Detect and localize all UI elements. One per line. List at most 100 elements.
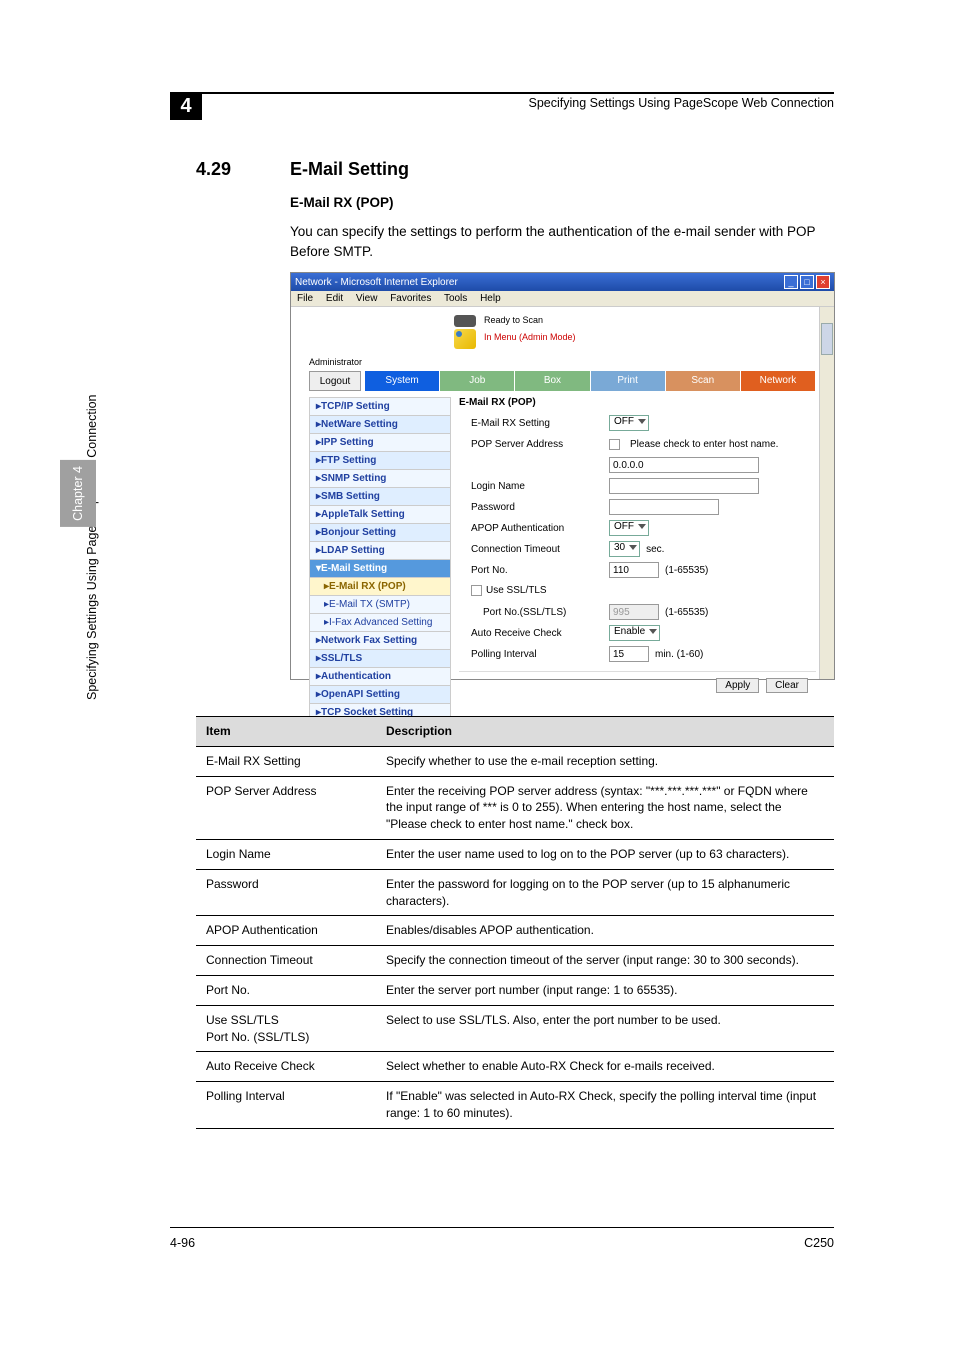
rx-setting-select[interactable]: OFF — [609, 415, 649, 431]
body-paragraph: You can specify the settings to perform … — [290, 222, 834, 263]
ie-window: Network - Microsoft Internet Explorer _ … — [290, 272, 835, 680]
tab-job[interactable]: Job — [440, 371, 515, 391]
printer-status-icon — [454, 315, 476, 327]
sidebar-item-ftp[interactable]: ▸FTP Setting — [309, 451, 451, 470]
menu-tools[interactable]: Tools — [444, 293, 467, 304]
sslport-input — [609, 604, 659, 620]
sidebar-item-openapi[interactable]: ▸OpenAPI Setting — [309, 685, 451, 704]
apop-select[interactable]: OFF — [609, 520, 649, 536]
footer-rule — [170, 1227, 834, 1228]
item-cell: Password — [196, 869, 376, 916]
sidebar-item-ipp[interactable]: ▸IPP Setting — [309, 433, 451, 452]
item-cell: Login Name — [196, 839, 376, 869]
apop-label: APOP Authentication — [459, 523, 609, 534]
pop-address-input[interactable] — [609, 457, 759, 473]
page-number: 4-96 — [170, 1236, 195, 1250]
side-running-text: Specifying Settings Using PageScope Web … — [85, 394, 99, 700]
section-title: E-Mail Setting — [290, 159, 409, 180]
item-cell: Port No. — [196, 975, 376, 1005]
subsection-title: E-Mail RX (POP) — [290, 195, 394, 210]
chapter-number-box: 4 — [170, 92, 202, 120]
ssl-label: Use SSL/TLS — [459, 585, 609, 596]
menu-file[interactable]: File — [297, 293, 313, 304]
ie-menu-bar: File Edit View Favorites Tools Help — [291, 291, 834, 307]
item-cell: POP Server Address — [196, 776, 376, 839]
clear-button[interactable]: Clear — [766, 678, 808, 693]
hostname-checkbox[interactable] — [609, 439, 620, 450]
menu-favorites[interactable]: Favorites — [390, 293, 431, 304]
item-cell: Connection Timeout — [196, 946, 376, 976]
table-row: Connection TimeoutSpecify the connection… — [196, 946, 834, 976]
printer-status-text: Ready to Scan — [484, 315, 543, 325]
km-logo-icon — [454, 329, 476, 349]
sidebar-item-auth[interactable]: ▸Authentication — [309, 667, 451, 686]
table-row: Port No.Enter the server port number (in… — [196, 975, 834, 1005]
desc-cell: Select whether to enable Auto-RX Check f… — [376, 1052, 834, 1082]
sidebar-item-snmp[interactable]: ▸SNMP Setting — [309, 469, 451, 488]
menu-help[interactable]: Help — [480, 293, 501, 304]
sidebar-item-tcpip[interactable]: ▸TCP/IP Setting — [309, 397, 451, 416]
timeout-label: Connection Timeout — [459, 544, 609, 555]
vertical-scrollbar[interactable] — [819, 307, 834, 679]
tab-scan[interactable]: Scan — [666, 371, 741, 391]
tab-system[interactable]: System — [365, 371, 440, 391]
tab-box[interactable]: Box — [515, 371, 590, 391]
col-item: Item — [196, 717, 376, 747]
logout-button[interactable]: Logout — [309, 371, 361, 391]
polling-unit: min. (1-60) — [655, 649, 703, 660]
autorx-select[interactable]: Enable — [609, 625, 660, 641]
port-label: Port No. — [459, 565, 609, 576]
ssl-checkbox[interactable] — [471, 585, 482, 596]
tab-network[interactable]: Network — [741, 371, 816, 391]
sidebar-item-email-rx[interactable]: ▸E-Mail RX (POP) — [309, 577, 451, 596]
desc-cell: Enter the user name used to log on to th… — [376, 839, 834, 869]
sidebar-item-netfax[interactable]: ▸Network Fax Setting — [309, 631, 451, 650]
password-input[interactable] — [609, 499, 719, 515]
desc-cell: Specify the connection timeout of the se… — [376, 946, 834, 976]
autorx-label: Auto Receive Check — [459, 628, 609, 639]
running-header: Specifying Settings Using PageScope Web … — [528, 96, 834, 110]
admin-label: Administrator — [309, 357, 834, 367]
sidebar-item-ssltls[interactable]: ▸SSL/TLS — [309, 649, 451, 668]
tab-print[interactable]: Print — [591, 371, 666, 391]
pop-address-label: POP Server Address — [459, 439, 609, 450]
table-row: Auto Receive CheckSelect whether to enab… — [196, 1052, 834, 1082]
close-icon[interactable]: × — [816, 275, 830, 289]
table-row: Use SSL/TLS Port No. (SSL/TLS)Select to … — [196, 1005, 834, 1052]
maximize-icon[interactable]: □ — [800, 275, 814, 289]
sidebar-item-smb[interactable]: ▸SMB Setting — [309, 487, 451, 506]
menu-edit[interactable]: Edit — [326, 293, 343, 304]
model-number: C250 — [804, 1236, 834, 1250]
sidebar-item-email[interactable]: ▾E-Mail Setting — [309, 559, 451, 578]
desc-cell: If "Enable" was selected in Auto-RX Chec… — [376, 1082, 834, 1129]
menu-view[interactable]: View — [356, 293, 378, 304]
minimize-icon[interactable]: _ — [784, 275, 798, 289]
section-number: 4.29 — [196, 159, 231, 180]
timeout-select[interactable]: 30 — [609, 541, 640, 557]
item-cell: E-Mail RX Setting — [196, 746, 376, 776]
polling-label: Polling Interval — [459, 649, 609, 660]
table-row: Polling IntervalIf "Enable" was selected… — [196, 1082, 834, 1129]
table-row: E-Mail RX SettingSpecify whether to use … — [196, 746, 834, 776]
sidebar-item-bonjour[interactable]: ▸Bonjour Setting — [309, 523, 451, 542]
admin-mode-text: In Menu (Admin Mode) — [484, 332, 576, 342]
polling-input[interactable] — [609, 646, 649, 662]
sidebar-item-ifax[interactable]: ▸I-Fax Advanced Setting — [309, 613, 451, 632]
sidebar-item-netware[interactable]: ▸NetWare Setting — [309, 415, 451, 434]
desc-cell: Specify whether to use the e-mail recept… — [376, 746, 834, 776]
desc-cell: Enter the receiving POP server address (… — [376, 776, 834, 839]
table-row: POP Server AddressEnter the receiving PO… — [196, 776, 834, 839]
apply-button[interactable]: Apply — [716, 678, 759, 693]
description-table: Item Description E-Mail RX SettingSpecif… — [196, 716, 834, 1129]
port-input[interactable] — [609, 562, 659, 578]
side-chapter-tab: Chapter 4 — [60, 460, 96, 527]
sidebar-item-appletalk[interactable]: ▸AppleTalk Setting — [309, 505, 451, 524]
desc-cell: Select to use SSL/TLS. Also, enter the p… — [376, 1005, 834, 1052]
desc-cell: Enter the password for logging on to the… — [376, 869, 834, 916]
table-row: PasswordEnter the password for logging o… — [196, 869, 834, 916]
sidebar-item-email-tx[interactable]: ▸E-Mail TX (SMTP) — [309, 595, 451, 614]
table-row: Login NameEnter the user name used to lo… — [196, 839, 834, 869]
form-panel: E-Mail RX (POP) E-Mail RX SettingOFF POP… — [451, 397, 816, 721]
sidebar-item-ldap[interactable]: ▸LDAP Setting — [309, 541, 451, 560]
login-name-input[interactable] — [609, 478, 759, 494]
